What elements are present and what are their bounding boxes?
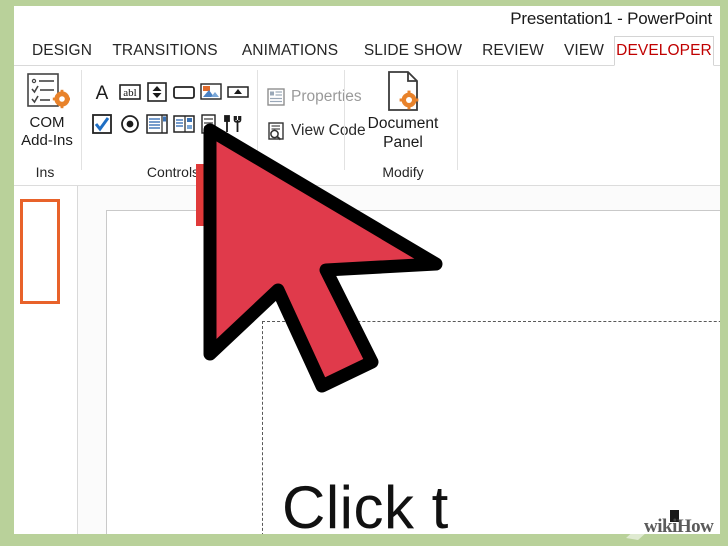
list-box-control-button[interactable] <box>145 112 169 136</box>
checklist-gear-icon <box>24 72 72 114</box>
title-bar: Presentation1 - PowerPoint <box>14 6 720 36</box>
workspace: Click t <box>14 186 720 534</box>
tab-review[interactable]: REVIEW <box>472 36 554 66</box>
scroll-bar-control-button[interactable] <box>226 80 250 104</box>
ribbon: COM Add-Ins Ins A abl Controls Propertie… <box>14 66 720 226</box>
document-panel-label-line1: Document <box>367 115 439 132</box>
ribbon-tab-strip: DESIGN TRANSITIONS ANIMATIONS SLIDE SHOW… <box>14 36 720 66</box>
com-add-ins-button[interactable]: COM Add-Ins <box>16 70 78 162</box>
slide-canvas[interactable]: Click t <box>106 210 720 534</box>
com-add-ins-label-line2: Add-Ins <box>21 132 73 149</box>
group-label-modify: Modify <box>382 164 424 180</box>
document-panel-label-line2: Panel <box>383 134 423 151</box>
group-separator-1 <box>81 70 82 170</box>
tab-view[interactable]: VIEW <box>556 36 612 66</box>
slide-placeholder-text: Click t <box>282 474 449 534</box>
group-separator-2 <box>257 70 258 170</box>
command-button-control-button[interactable] <box>172 80 196 104</box>
view-code-icon <box>266 121 286 141</box>
image-control-button[interactable] <box>199 80 223 104</box>
text-box-control-button[interactable]: abl <box>118 80 142 104</box>
view-code-button[interactable]: View Code <box>266 118 366 144</box>
document-panel-button[interactable]: Document Panel <box>354 70 452 152</box>
group-label-add-ins: Ins <box>35 164 55 180</box>
slide-thumbnail-1[interactable] <box>20 199 60 304</box>
tab-transitions[interactable]: TRANSITIONS <box>104 36 226 66</box>
combo-box-control-button[interactable] <box>172 112 196 136</box>
check-box-control-button[interactable] <box>90 112 114 136</box>
tab-slide-show[interactable]: SLIDE SHOW <box>358 36 468 66</box>
svg-text:abl: abl <box>123 87 136 99</box>
wikihow-watermark: wikiHow <box>626 508 722 542</box>
tab-design[interactable]: DESIGN <box>22 36 102 66</box>
properties-icon <box>266 87 286 107</box>
svg-text:A: A <box>96 83 109 104</box>
powerpoint-screenshot: Presentation1 - PowerPoint DESIGN TRANSI… <box>0 0 728 546</box>
tab-animations[interactable]: ANIMATIONS <box>230 36 350 66</box>
more-controls-button[interactable] <box>220 112 244 136</box>
option-button-control-button[interactable] <box>118 112 142 136</box>
properties-button[interactable]: Properties <box>266 84 362 110</box>
window-title: Presentation1 - PowerPoint <box>510 9 712 28</box>
group-separator-4 <box>457 70 458 170</box>
mouse-cursor-small <box>224 199 242 224</box>
label-control-button[interactable]: A <box>90 80 114 104</box>
group-separator-3 <box>344 70 345 170</box>
tab-developer[interactable]: DEVELOPER <box>614 36 714 66</box>
slide-thumbnail-pane[interactable] <box>14 186 78 534</box>
document-gear-icon <box>381 70 425 114</box>
com-add-ins-label-line1: COM <box>29 114 65 131</box>
spin-button-control-button[interactable] <box>145 80 169 104</box>
properties-label: Properties <box>291 88 362 105</box>
application-window: Presentation1 - PowerPoint DESIGN TRANSI… <box>14 6 720 534</box>
wikihow-watermark-text: wikiHow <box>644 516 714 537</box>
slide-editing-pane: Click t <box>78 186 720 534</box>
